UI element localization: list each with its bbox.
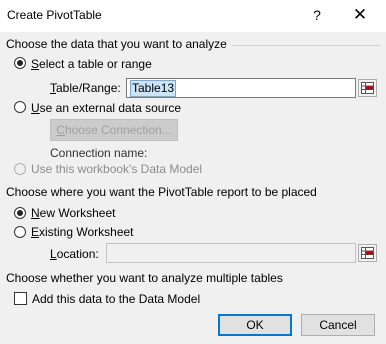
close-button[interactable]: ✕: [348, 4, 372, 26]
location-input[interactable]: [106, 243, 356, 263]
select-table-label[interactable]: Select a table or range: [31, 57, 152, 71]
external-source-radio[interactable]: [14, 101, 26, 113]
add-to-data-model-checkbox[interactable]: [14, 292, 27, 305]
add-to-data-model-label[interactable]: Add this data to the Data Model: [32, 292, 200, 306]
external-source-label[interactable]: Use an external data source: [31, 101, 181, 115]
dialog-title: Create PivotTable: [7, 8, 102, 22]
section-divider: [232, 45, 380, 46]
table-range-value: Table13: [130, 80, 177, 97]
ok-button[interactable]: OK: [218, 314, 292, 336]
location-collapse-button[interactable]: [358, 244, 377, 262]
location-label: Location:: [50, 247, 99, 261]
existing-worksheet-radio[interactable]: [14, 226, 26, 238]
help-button[interactable]: ?: [306, 4, 328, 26]
new-worksheet-radio[interactable]: [14, 207, 26, 219]
data-model-label: Use this workbook's Data Model: [31, 162, 203, 176]
range-picker-icon: [361, 247, 374, 259]
multiple-tables-section-heading: Choose whether you want to analyze multi…: [6, 271, 283, 285]
placement-section-heading: Choose where you want the PivotTable rep…: [6, 185, 317, 199]
title-bar: Create PivotTable ? ✕: [0, 0, 386, 32]
connection-name-label: Connection name:: [50, 146, 148, 160]
range-picker-icon: [361, 82, 374, 94]
table-range-label: Table/Range:: [50, 81, 121, 95]
cancel-button[interactable]: Cancel: [301, 314, 375, 336]
new-worksheet-label[interactable]: New Worksheet: [31, 206, 115, 220]
data-section-heading: Choose the data that you want to analyze: [6, 37, 227, 51]
table-range-collapse-button[interactable]: [358, 79, 377, 97]
choose-connection-button[interactable]: Choose Connection...: [50, 119, 178, 141]
data-model-radio[interactable]: [14, 163, 26, 175]
create-pivottable-dialog: Create PivotTable ? ✕ Choose the data th…: [0, 0, 386, 344]
existing-worksheet-label[interactable]: Existing Worksheet: [31, 225, 134, 239]
select-table-radio[interactable]: [14, 57, 26, 69]
table-range-input[interactable]: Table13: [126, 78, 356, 98]
